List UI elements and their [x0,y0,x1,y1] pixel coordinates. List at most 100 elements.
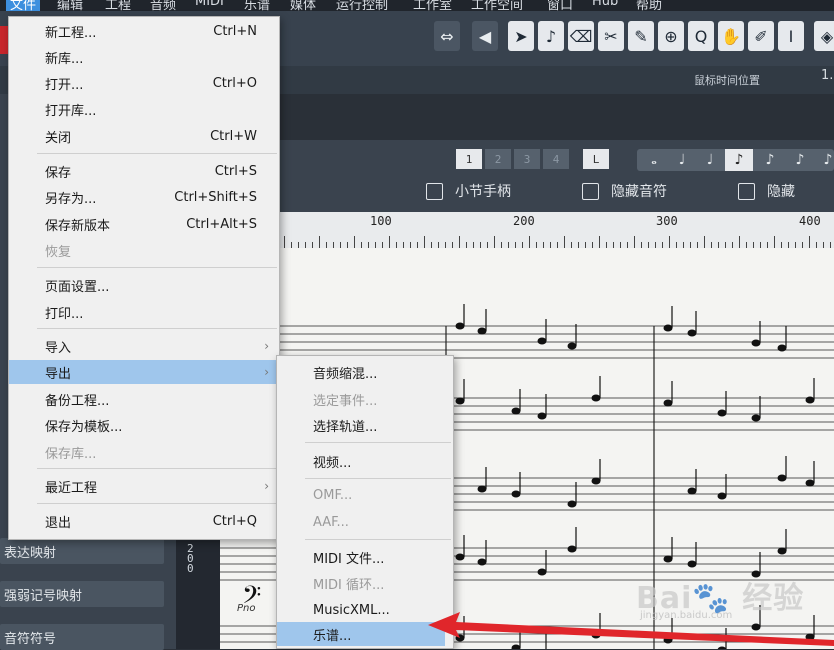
menu-item-aaf[interactable]: AAF... [277,510,453,534]
menu-file[interactable]: 文件 [6,0,41,11]
menu-item-open-library[interactable]: 打开库... [9,97,279,121]
menu-edit[interactable]: 编辑 [57,0,83,11]
menu-item-new-library[interactable]: 新库... [9,45,279,69]
split-icon[interactable]: ⇔ [434,21,460,51]
menu-item-page-setup[interactable]: 页面设置... [9,273,279,297]
expression-map-button[interactable]: 表达映射 [0,538,164,564]
menu-item-selected-tracks[interactable]: 选择轨道... [277,413,453,437]
menu-item-label: 选择轨道... [313,419,378,435]
menu-item-shortcut: Ctrl+W [210,128,257,144]
menu-item-label: 导入 [45,340,72,356]
hidden-notes-checkbox[interactable] [582,182,599,200]
chevron-right-icon: › [264,479,269,493]
ruler-tick [774,236,775,248]
menu-item-new-project[interactable]: 新工程... Ctrl+N [9,19,279,43]
menu-item-open[interactable]: 打开... Ctrl+O [9,71,279,95]
note-draw-icon[interactable]: ♪ [538,21,564,51]
quarter-note-icon[interactable]: ♩ [696,149,724,171]
whole-note-icon[interactable]: 𝅝 [640,149,668,171]
voice-2[interactable]: 2 [485,149,511,169]
menu-project[interactable]: 工程 [105,0,131,11]
note-symbols-button[interactable]: 音符符号 [0,624,164,650]
menu-item-label: 保存库... [45,446,97,462]
menu-item-label: 打开库... [45,103,97,119]
scissors-icon[interactable]: ✂ [598,21,624,51]
menu-item-quit[interactable]: 退出 Ctrl+Q [9,509,279,533]
menu-item-save-library[interactable]: 保存库... [9,440,279,464]
ruler-tick [704,236,705,248]
ruler-tick [284,236,285,248]
pencil-icon[interactable]: ✐ [748,21,774,51]
eraser-icon[interactable]: ⌫ [568,21,594,51]
menu-item-print[interactable]: 打印... [9,300,279,324]
voice-4[interactable]: 4 [543,149,569,169]
timeline-ruler[interactable]: 100 200 300 400 [280,212,834,249]
menu-item-save-as-template[interactable]: 保存为模板... [9,413,279,437]
sixtyfourth-note-icon[interactable]: ♪ [814,149,834,171]
menu-item-audio-mixdown[interactable]: 音频缩混... [277,360,453,384]
bar-handles-option[interactable]: 小节手柄 [426,181,511,201]
menu-transport[interactable]: 运行控制 [336,0,388,11]
dynamics-map-button[interactable]: 强弱记号映射 [0,581,164,607]
ruler-label-200: 200 [513,214,535,228]
ruler-tick [494,236,495,248]
menu-item-recent-projects[interactable]: 最近工程 › [9,474,279,498]
menu-item-shortcut: Ctrl+S [214,163,257,179]
menu-item-label: 页面设置... [45,279,110,295]
menu-studio[interactable]: 工作室 [413,0,452,11]
menu-item-video[interactable]: 视频... [277,449,453,473]
hand-icon[interactable]: ✋ [718,21,744,51]
menu-item-export[interactable]: 导出 › [9,360,279,384]
text-cursor-icon[interactable]: I [778,21,804,51]
menu-item-label: 最近工程 [45,480,98,496]
hidden-notes-option[interactable]: 隐藏音符 [582,181,667,201]
menu-window[interactable]: 窗口 [547,0,573,11]
hide-checkbox[interactable] [738,182,755,200]
menu-workspaces[interactable]: 工作空间 [471,0,523,11]
thirtysecond-note-icon[interactable]: ♪ [786,149,814,171]
menu-media[interactable]: 媒体 [290,0,316,11]
menu-item-omf[interactable]: OMF... [277,483,453,507]
menu-item-backup-project[interactable]: 备份工程... [9,387,279,411]
menu-midi[interactable]: MIDI [195,0,224,9]
bar-handles-label: 小节手柄 [455,184,511,200]
menu-help[interactable]: 帮助 [636,0,662,11]
menu-item-save[interactable]: 保存 Ctrl+S [9,159,279,183]
ruler-tick [354,236,355,248]
menu-item-shortcut: Ctrl+Q [212,513,257,529]
menu-item-midi-file[interactable]: MIDI 文件... [277,545,453,569]
pointer-icon[interactable]: ➤ [508,21,534,51]
chevron-right-icon: › [264,365,269,379]
menu-item-label: 视频... [313,455,352,471]
bar-handles-checkbox[interactable] [426,182,443,200]
chevron-right-icon: › [264,339,269,353]
sixteenth-note-icon[interactable]: ♪ [756,149,784,171]
l-button[interactable]: L [583,149,609,169]
menu-item-import[interactable]: 导入 › [9,334,279,358]
menu-item-revert[interactable]: 恢复 [9,238,279,262]
menu-item-save-as[interactable]: 另存为... Ctrl+Shift+S [9,185,279,209]
menu-hub[interactable]: Hub [592,0,618,9]
menu-item-midi-loop[interactable]: MIDI 循环... [277,571,453,595]
menu-audio[interactable]: 音频 [150,0,176,11]
ruler-tick [319,236,320,248]
menu-item-selected-events[interactable]: 选定事件... [277,387,453,411]
search-icon[interactable]: Q [688,21,714,51]
menu-item-label: 保存 [45,165,72,181]
eighth-note-icon[interactable]: ♪ [725,149,753,171]
speaker-icon[interactable]: ◀ [472,21,498,51]
menu-item-label: MIDI 文件... [313,551,385,567]
menu-item-save-new-version[interactable]: 保存新版本 Ctrl+Alt+S [9,212,279,236]
hidden-notes-label: 隐藏音符 [611,184,667,200]
hide-option[interactable]: 隐藏 [738,181,795,201]
voice-3[interactable]: 3 [514,149,540,169]
menu-score[interactable]: 乐谱 [244,0,270,11]
voice-1[interactable]: 1 [456,149,482,169]
glue-icon[interactable]: ✎ [628,21,654,51]
menu-separator [37,328,277,329]
half-note-icon[interactable]: ♩ [668,149,696,171]
layers-icon[interactable]: ◈ [814,21,834,51]
menu-item-close[interactable]: 关闭 Ctrl+W [9,124,279,148]
zoom-icon[interactable]: ⊕ [658,21,684,51]
menu-item-label: 新工程... [45,25,97,41]
